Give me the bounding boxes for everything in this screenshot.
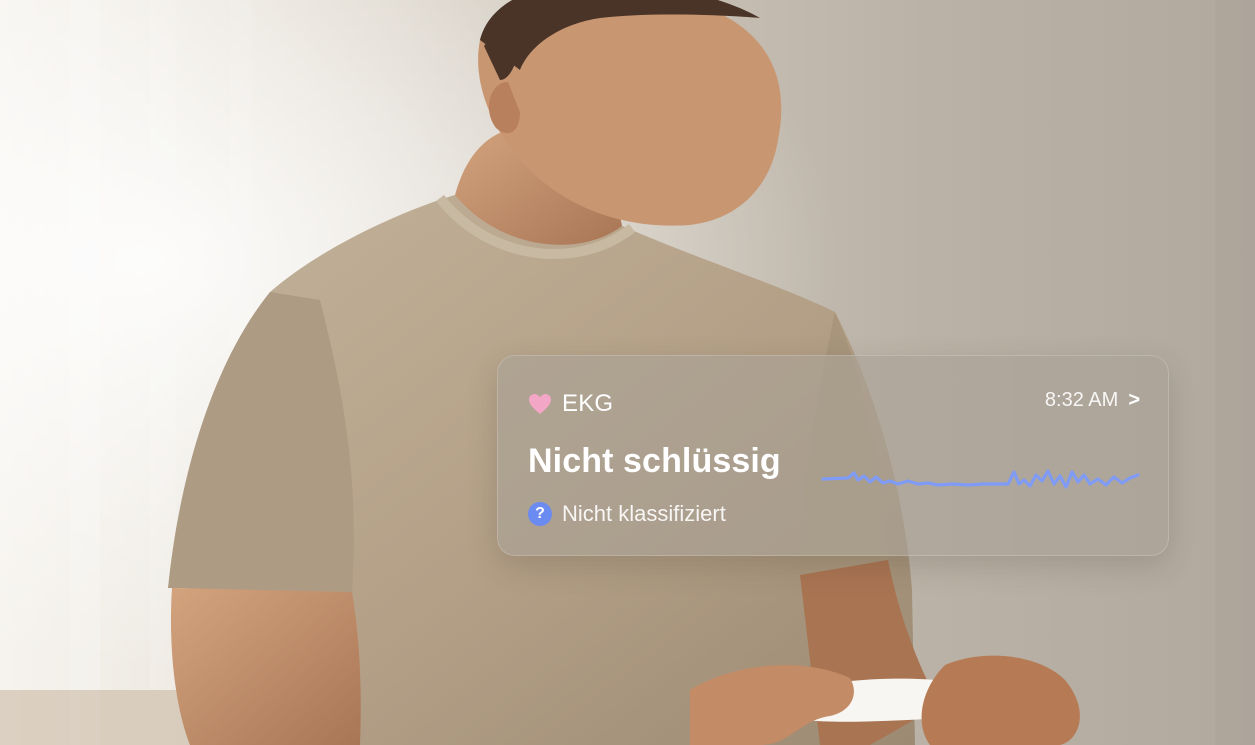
ekg-time: 8:32 AM [1044,389,1119,411]
question-icon: ? [528,502,552,526]
ekg-status-row: ? Nicht klassifiziert [528,501,726,527]
ekg-result: Nicht schlüssig [528,442,781,480]
ekg-time-link[interactable]: 8:32 AM > [1045,389,1140,412]
chevron-right-icon: > [1128,389,1140,411]
ekg-waveform [821,469,1140,489]
heart-icon [529,394,551,414]
ekg-label: EKG [562,390,614,417]
ekg-classification: Nicht klassifiziert [562,501,726,526]
ekg-card[interactable]: EKG 8:32 AM > Nicht schlüssig ? Nicht kl… [497,355,1169,556]
ekg-header: EKG [528,390,613,418]
